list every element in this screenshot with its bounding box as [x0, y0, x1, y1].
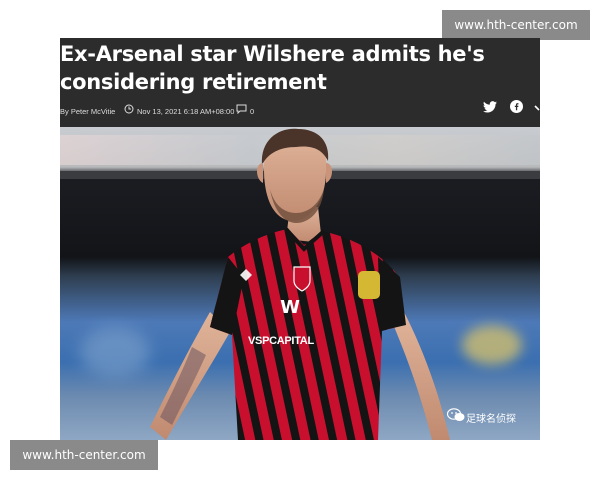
article-photo: W VSPCAPITAL 足球名侦探 — [60, 127, 540, 440]
sleeve-badge — [358, 271, 380, 299]
comment-icon[interactable] — [236, 104, 247, 116]
article-headline: Ex-Arsenal star Wilshere admits he's con… — [60, 40, 535, 96]
clock-icon — [124, 104, 134, 116]
author-link[interactable]: By Peter McVitie — [60, 107, 115, 116]
facebook-icon[interactable] — [510, 100, 523, 118]
wechat-icon — [446, 408, 465, 427]
player-illustration — [150, 128, 450, 440]
publish-date: Nov 13, 2021 6:18 AM+08:00 — [137, 107, 235, 116]
more-icon[interactable] — [534, 100, 540, 118]
watermark-top: www.hth-center.com — [442, 10, 590, 40]
photo-caption: 足球名侦探 — [466, 414, 516, 425]
headline-line-2: considering retirement — [60, 70, 327, 94]
watermark-bottom: www.hth-center.com — [10, 440, 158, 470]
club-crest — [293, 266, 311, 292]
article-meta: By Peter McVitie Nov 13, 2021 6:18 AM+08… — [60, 104, 540, 120]
sponsor-text: VSPCAPITAL — [248, 335, 314, 347]
right-ear — [326, 163, 332, 183]
right-arm — [390, 312, 450, 440]
comment-count[interactable]: 0 — [250, 107, 254, 116]
twitter-icon[interactable] — [483, 100, 497, 118]
right-sleeve — [378, 257, 406, 331]
sponsor-logo: W — [280, 297, 300, 318]
article-card: Ex-Arsenal star Wilshere admits he's con… — [60, 38, 540, 440]
arm-tattoo — [160, 347, 206, 425]
headline-line-1: Ex-Arsenal star Wilshere admits he's — [60, 42, 485, 66]
left-ear — [257, 163, 263, 183]
